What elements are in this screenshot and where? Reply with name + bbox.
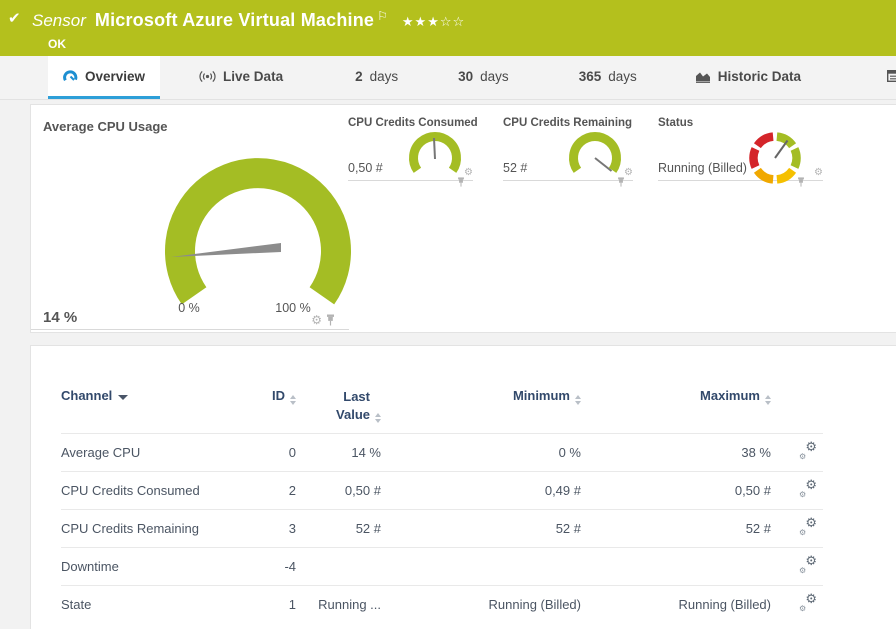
channel-id: 0	[236, 434, 296, 472]
priority-stars[interactable]: ★★★☆☆	[402, 12, 465, 34]
tab-overview[interactable]: Overview	[48, 56, 160, 99]
status-dial	[745, 126, 805, 186]
edit-channel-icon[interactable]: ⚙⚙	[799, 443, 817, 459]
ok-check-icon: ✔	[8, 9, 32, 56]
tab-historic-data[interactable]: Historic Data	[680, 56, 816, 99]
channel-maximum	[581, 548, 771, 586]
page-title: Microsoft Azure Virtual Machine	[95, 9, 374, 31]
gauge-settings-icon[interactable]: ⚙	[624, 168, 633, 178]
table-row: State 1 Running ... Running (Billed) Run…	[61, 586, 823, 624]
channel-name: CPU Credits Consumed	[61, 472, 236, 510]
channel-minimum	[381, 548, 581, 586]
edit-channel-icon[interactable]: ⚙⚙	[799, 481, 817, 497]
object-type-label: Sensor	[32, 10, 86, 32]
gauge-pin-icon[interactable]	[457, 177, 465, 187]
average-cpu-gauge-dial	[151, 139, 366, 324]
gauge-average-cpu-usage: Average CPU Usage 0 % 100 % 14 % ⚙	[31, 113, 349, 330]
tab-bar: Overview Live Data 2 days 30 days 365 da…	[0, 56, 896, 100]
column-header-last-value[interactable]: Last Value	[296, 388, 381, 434]
gauge-scale-min: 0 %	[159, 301, 219, 315]
channel-last-value: 0,50 #	[296, 472, 381, 510]
channel-minimum: 52 #	[381, 510, 581, 548]
tab-log[interactable]: Log	[872, 56, 896, 99]
channels-panel: Channel ID Last Value Minimum Maximum	[30, 345, 896, 629]
tab-365-days[interactable]: 365 days	[564, 56, 652, 99]
column-header-edit	[771, 388, 823, 434]
gauge-value: Running (Billed)	[658, 161, 747, 175]
channel-id: 3	[236, 510, 296, 548]
gauge-settings-icon[interactable]: ⚙	[814, 168, 823, 178]
gauge-cpu-credits-consumed: CPU Credits Consumed 0,50 # ⚙	[348, 117, 473, 181]
channel-id: 2	[236, 472, 296, 510]
column-header-channel[interactable]: Channel	[61, 388, 236, 434]
channel-minimum: 0 %	[381, 434, 581, 472]
channel-last-value: 52 #	[296, 510, 381, 548]
gauge-cpu-credits-remaining: CPU Credits Remaining 52 # ⚙	[503, 117, 633, 181]
tab-2-days[interactable]: 2 days	[340, 56, 413, 99]
sort-icon	[765, 395, 771, 405]
live-data-icon	[199, 70, 216, 83]
gauge-settings-icon[interactable]: ⚙	[464, 168, 473, 178]
tab-30-days[interactable]: 30 days	[443, 56, 524, 99]
channel-id: 1	[236, 586, 296, 624]
channel-name: Average CPU	[61, 434, 236, 472]
edit-channel-icon[interactable]: ⚙⚙	[799, 519, 817, 535]
gauge-pin-icon[interactable]	[617, 177, 625, 187]
area-chart-icon	[695, 70, 711, 83]
channel-name: State	[61, 586, 236, 624]
channel-name: CPU Credits Remaining	[61, 510, 236, 548]
gauge-title: Average CPU Usage	[43, 119, 168, 134]
table-row: Downtime -4 ⚙⚙	[61, 548, 823, 586]
tab-live-data[interactable]: Live Data	[184, 56, 298, 99]
channel-id: -4	[236, 548, 296, 586]
table-row: Average CPU 0 14 % 0 % 38 % ⚙⚙	[61, 434, 823, 472]
gauge-pin-icon[interactable]	[326, 314, 335, 326]
channel-last-value: Running ...	[296, 586, 381, 624]
channel-minimum: 0,49 #	[381, 472, 581, 510]
sort-icon	[575, 395, 581, 405]
column-header-maximum[interactable]: Maximum	[581, 388, 771, 434]
column-header-id[interactable]: ID	[236, 388, 296, 434]
gauge-value: 14 %	[43, 309, 77, 326]
gauge-value: 52 #	[503, 161, 527, 175]
sort-icon	[290, 395, 296, 405]
gauges-panel: Average CPU Usage 0 % 100 % 14 % ⚙ CPU C…	[30, 104, 896, 333]
gauge-settings-icon[interactable]: ⚙	[311, 314, 322, 326]
gauge-icon	[63, 69, 78, 84]
sort-desc-icon	[118, 395, 128, 400]
sort-icon	[375, 413, 381, 423]
channel-last-value: 14 %	[296, 434, 381, 472]
edit-channel-icon[interactable]: ⚙⚙	[799, 595, 817, 611]
channel-maximum: 38 %	[581, 434, 771, 472]
channel-maximum: Running (Billed)	[581, 586, 771, 624]
gauge-status: Status Running (Billed) ⚙	[658, 117, 823, 181]
edit-channel-icon[interactable]: ⚙⚙	[799, 557, 817, 573]
gauge-pin-icon[interactable]	[797, 177, 805, 187]
channel-name: Downtime	[61, 548, 236, 586]
channels-table: Channel ID Last Value Minimum Maximum	[61, 388, 823, 623]
status-badge: OK	[48, 37, 465, 51]
channel-maximum: 0,50 #	[581, 472, 771, 510]
table-row: CPU Credits Consumed 2 0,50 # 0,49 # 0,5…	[61, 472, 823, 510]
cpu-credits-consumed-dial	[405, 126, 465, 186]
sensor-banner: ✔ Sensor Microsoft Azure Virtual Machine…	[0, 0, 896, 56]
column-header-minimum[interactable]: Minimum	[381, 388, 581, 434]
cpu-credits-remaining-dial	[565, 126, 625, 186]
channel-maximum: 52 #	[581, 510, 771, 548]
gauge-value: 0,50 #	[348, 161, 383, 175]
channel-last-value	[296, 548, 381, 586]
log-icon	[887, 70, 896, 82]
flag-icon[interactable]: ⚐	[377, 5, 388, 27]
channel-minimum: Running (Billed)	[381, 586, 581, 624]
table-row: CPU Credits Remaining 3 52 # 52 # 52 # ⚙…	[61, 510, 823, 548]
